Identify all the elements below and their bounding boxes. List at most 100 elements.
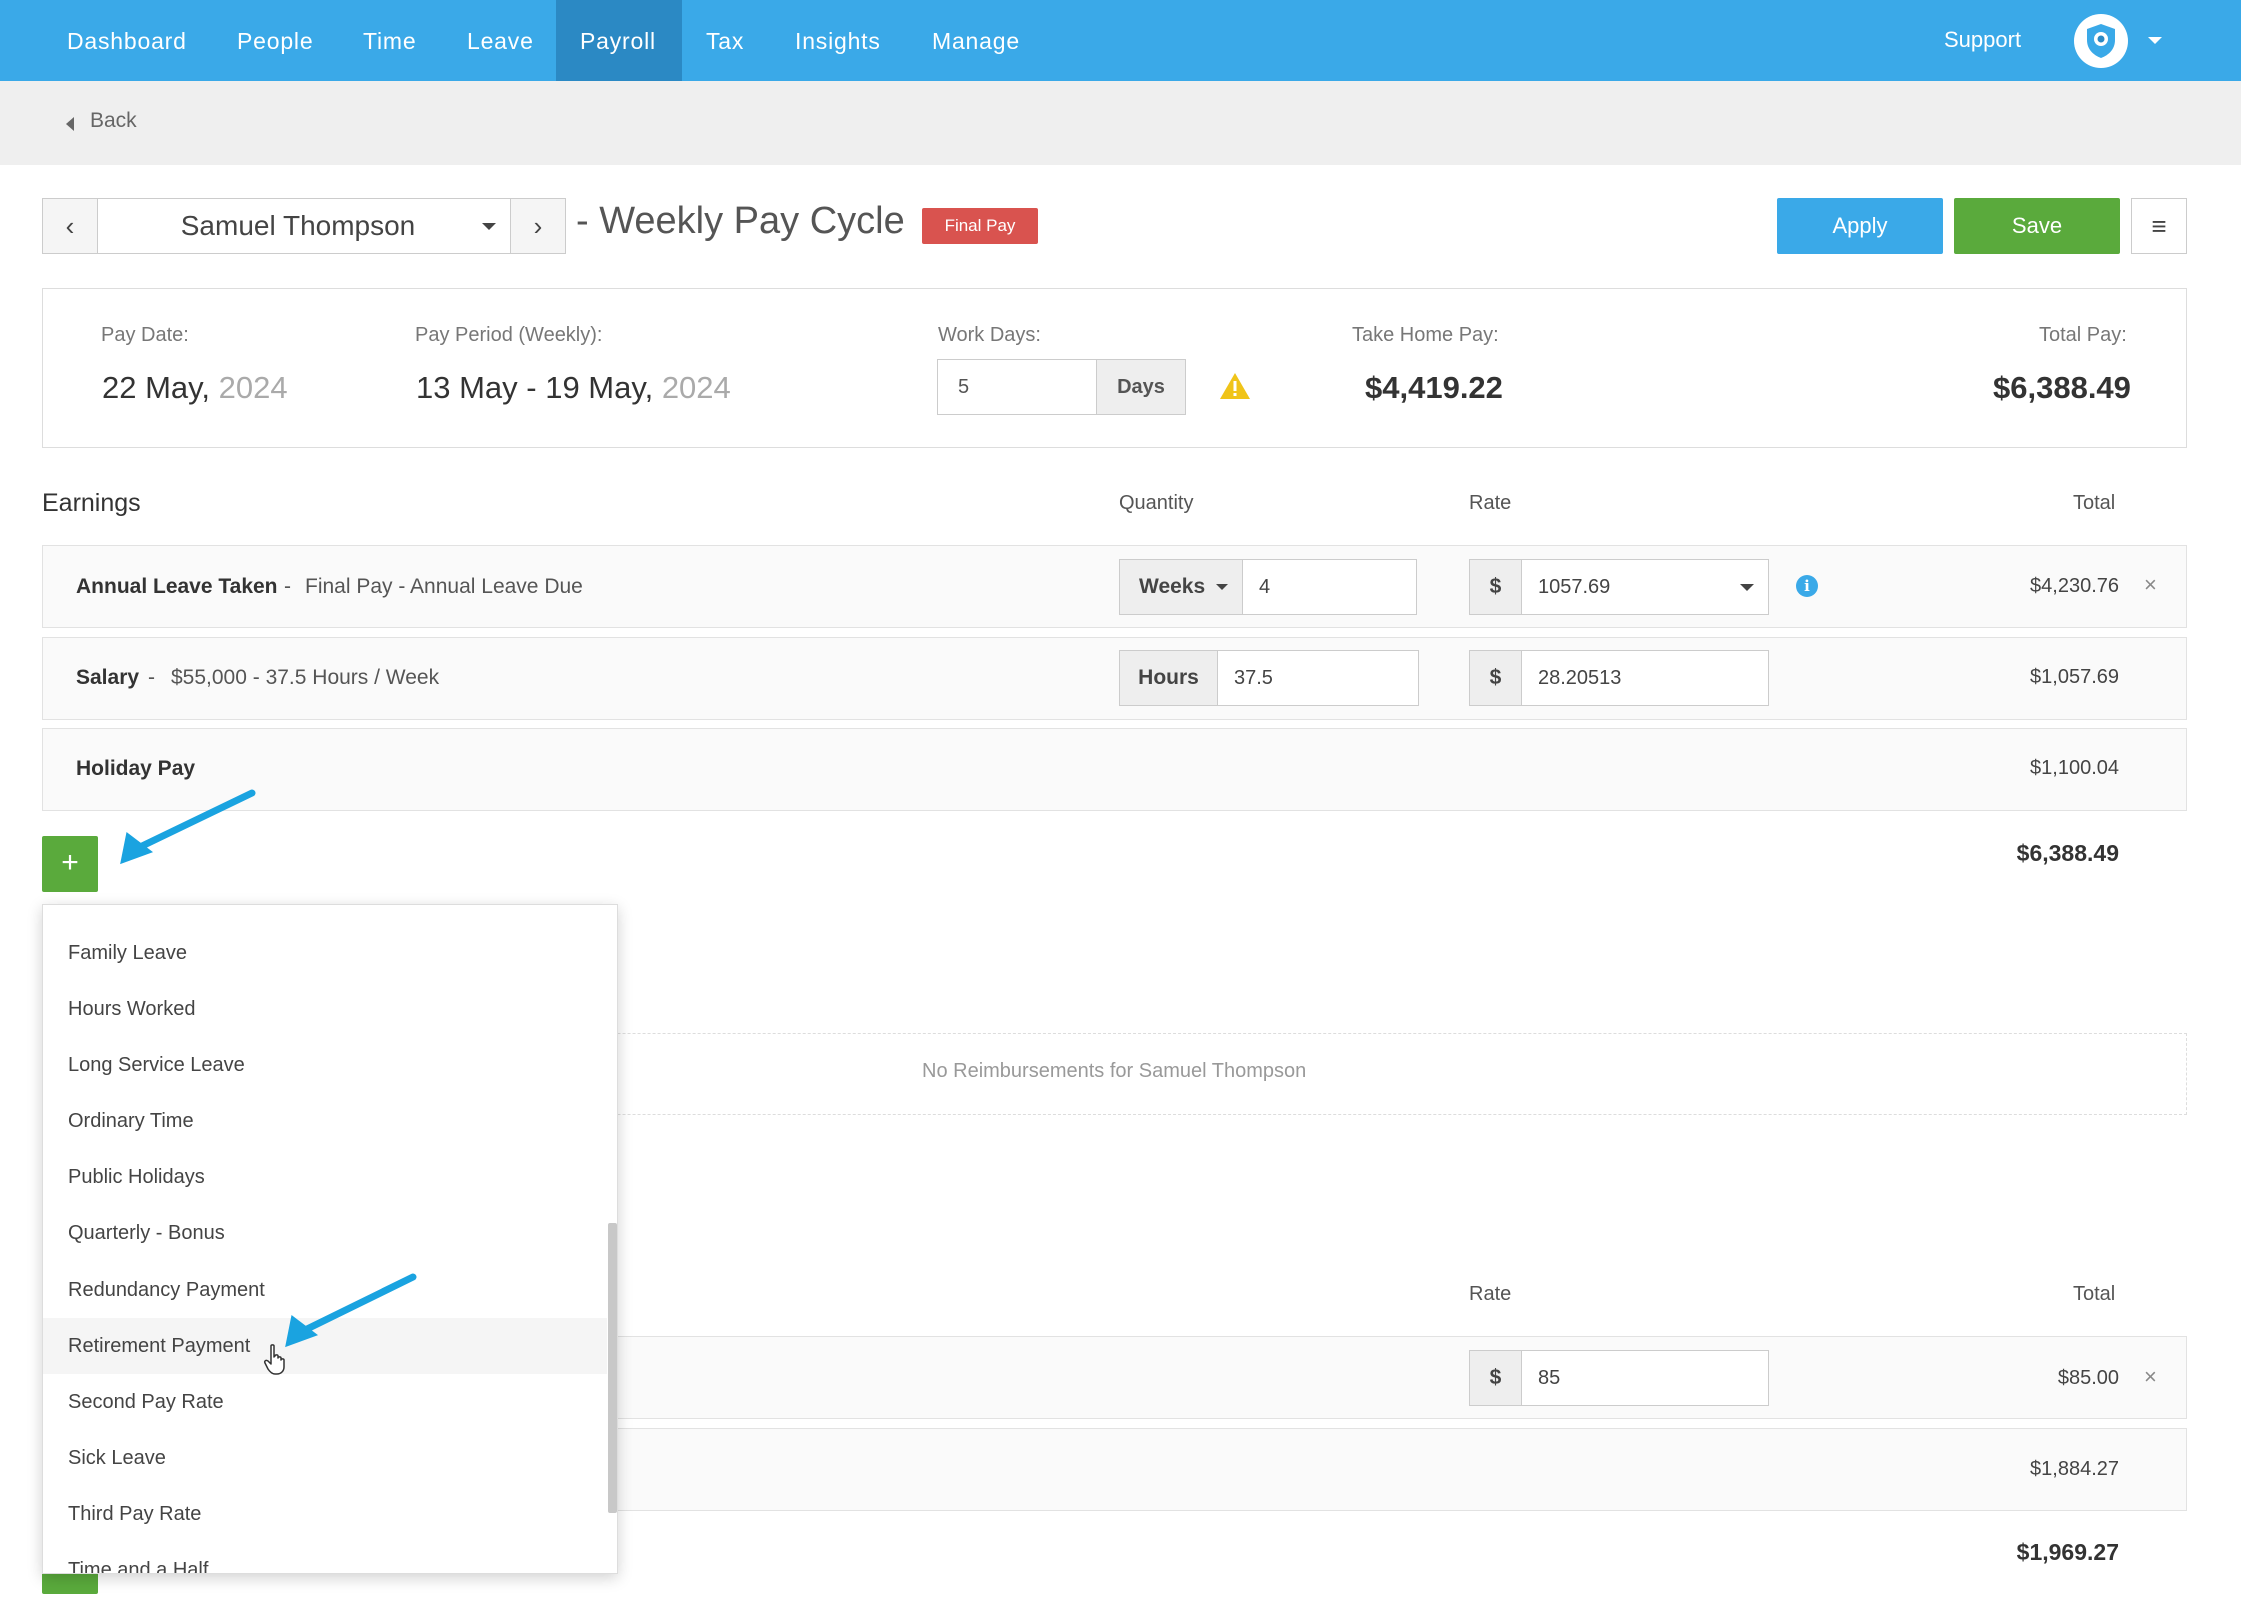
nav-insights[interactable]: Insights <box>771 0 905 81</box>
support-link[interactable]: Support <box>1944 0 2021 81</box>
earning-name: Holiday Pay <box>76 757 196 780</box>
quantity-column-header: Quantity <box>1119 492 1194 514</box>
earning-separator: - <box>148 666 155 689</box>
nav-leave[interactable]: Leave <box>443 0 558 81</box>
quantity-input[interactable]: 37.5 <box>1217 650 1419 706</box>
nav-payroll[interactable]: Payroll <box>556 0 682 81</box>
take-home-value: $4,419.22 <box>1365 370 1503 405</box>
plus-icon: + <box>61 846 79 879</box>
employee-select[interactable]: Samuel Thompson <box>97 198 511 254</box>
final-pay-badge: Final Pay <box>922 208 1038 244</box>
dropdown-item[interactable]: Time and a Half <box>43 1542 607 1573</box>
chevron-left-icon: ‹ <box>65 211 75 241</box>
back-bar <box>0 81 2241 165</box>
nav-people[interactable]: People <box>213 0 337 81</box>
rate-column-header: Rate <box>1469 492 1512 514</box>
work-days-input[interactable]: 5 <box>937 359 1097 415</box>
dropdown-item[interactable]: Sick Leave <box>43 1430 607 1486</box>
work-days-label: Work Days: <box>938 324 1041 346</box>
dropdown-item[interactable]: Public Holidays <box>43 1149 607 1205</box>
back-link[interactable]: Back <box>90 109 137 133</box>
dropdown-item[interactable]: Hours Worked <box>43 981 607 1037</box>
row-total: $4,230.76 <box>2030 575 2119 597</box>
caret-down-icon <box>482 223 496 230</box>
quantity-unit-label: Weeks <box>1139 575 1206 598</box>
hamburger-menu-icon: ≡ <box>2151 211 2167 241</box>
nav-manage[interactable]: Manage <box>908 0 1044 81</box>
earnings-grand-total: $6,388.49 <box>2016 840 2119 866</box>
total-pay-value: $6,388.49 <box>1993 370 2131 405</box>
nav-tax[interactable]: Tax <box>682 0 768 81</box>
pay-cycle-title: - Weekly Pay Cycle <box>576 200 905 242</box>
top-navigation: Dashboard People Time Leave Payroll Tax … <box>0 0 2241 81</box>
user-avatar[interactable] <box>2074 14 2128 68</box>
pay-date-day: 22 May, <box>102 370 210 405</box>
save-button[interactable]: Save <box>1954 198 2120 254</box>
earnings-row <box>42 728 2187 811</box>
earnings-title: Earnings <box>42 489 141 517</box>
earning-name: Annual Leave Taken <box>76 575 278 598</box>
pay-date-year: 2024 <box>218 370 288 405</box>
currency-addon: $ <box>1469 650 1522 706</box>
annotation-arrow-icon <box>120 789 256 865</box>
currency-addon: $ <box>1469 559 1522 615</box>
dropdown-item[interactable]: Long Service Leave <box>43 1037 607 1093</box>
quantity-unit-select[interactable]: Weeks <box>1119 559 1243 615</box>
rate-value: 1057.69 <box>1538 576 1611 598</box>
quantity-unit-addon: Hours <box>1119 650 1218 706</box>
next-employee-button[interactable]: › <box>510 198 566 254</box>
work-days-unit: Days <box>1096 359 1186 415</box>
rate-select[interactable]: 1057.69 <box>1521 559 1769 615</box>
nav-time[interactable]: Time <box>339 0 440 81</box>
row-total: $85.00 <box>2057 1367 2119 1389</box>
warning-icon[interactable] <box>1219 372 1251 400</box>
dropdown-item[interactable]: Family Leave <box>43 925 607 981</box>
pay-period-value: 13 May - 19 May, 2024 <box>416 370 731 406</box>
user-menu-caret-icon[interactable] <box>2148 37 2162 44</box>
row-total: $1,057.69 <box>2030 666 2119 688</box>
earning-description: Final Pay - Annual Leave Due <box>305 575 583 598</box>
more-menu-button[interactable]: ≡ <box>2131 198 2187 254</box>
annotation-arrow-icon <box>285 1273 417 1348</box>
caret-down-icon <box>1216 584 1228 590</box>
earning-description: $55,000 - 37.5 Hours / Week <box>171 666 440 689</box>
chevron-right-icon: › <box>533 211 543 241</box>
previous-employee-button[interactable]: ‹ <box>42 198 98 254</box>
earning-type-dropdown[interactable]: Family Leave Hours Worked Long Service L… <box>42 904 618 1574</box>
close-icon[interactable]: × <box>2144 572 2157 598</box>
avatar-shield-icon <box>2087 24 2115 58</box>
row-total: $1,884.27 <box>2030 1458 2119 1480</box>
caret-down-icon <box>1740 584 1754 591</box>
info-icon[interactable]: i <box>1796 575 1818 597</box>
dropdown-item[interactable]: Quarterly - Bonus <box>43 1205 607 1261</box>
pay-date-value: 22 May, 2024 <box>102 370 288 406</box>
take-home-label: Take Home Pay: <box>1352 324 1499 346</box>
rate-input[interactable]: 28.20513 <box>1521 650 1769 706</box>
dropdown-item[interactable]: Ordinary Time <box>43 1093 607 1149</box>
back-arrow-icon <box>66 117 74 131</box>
pay-period-range: 13 May - 19 May, <box>416 370 654 405</box>
dropdown-item[interactable]: Second Pay Rate <box>43 1374 607 1430</box>
rate-column-header: Rate <box>1469 1283 1512 1305</box>
deductions-grand-total: $1,969.27 <box>2016 1539 2119 1565</box>
dropdown-scrollbar[interactable] <box>608 1223 617 1513</box>
pay-period-year: 2024 <box>661 370 731 405</box>
row-total: $1,100.04 <box>2030 757 2119 779</box>
add-earning-button[interactable]: + <box>42 836 98 892</box>
pointer-hand-icon <box>264 1344 285 1375</box>
employee-name: Samuel Thompson <box>180 210 416 241</box>
rate-input[interactable]: 85 <box>1521 1350 1769 1406</box>
reimbursements-empty-text: No Reimbursements for Samuel Thompson <box>922 1060 1307 1082</box>
apply-button[interactable]: Apply <box>1777 198 1943 254</box>
quantity-input[interactable]: 4 <box>1242 559 1417 615</box>
total-column-header: Total <box>2073 1283 2116 1305</box>
total-pay-label: Total Pay: <box>2039 324 2127 346</box>
dropdown-item[interactable]: Third Pay Rate <box>43 1486 607 1542</box>
currency-addon: $ <box>1469 1350 1522 1406</box>
earning-separator: - <box>284 575 291 598</box>
pay-period-label: Pay Period (Weekly): <box>415 324 603 346</box>
total-column-header: Total <box>2073 492 2116 514</box>
close-icon[interactable]: × <box>2144 1364 2157 1390</box>
nav-dashboard[interactable]: Dashboard <box>43 0 211 81</box>
earning-name: Salary <box>76 666 140 689</box>
